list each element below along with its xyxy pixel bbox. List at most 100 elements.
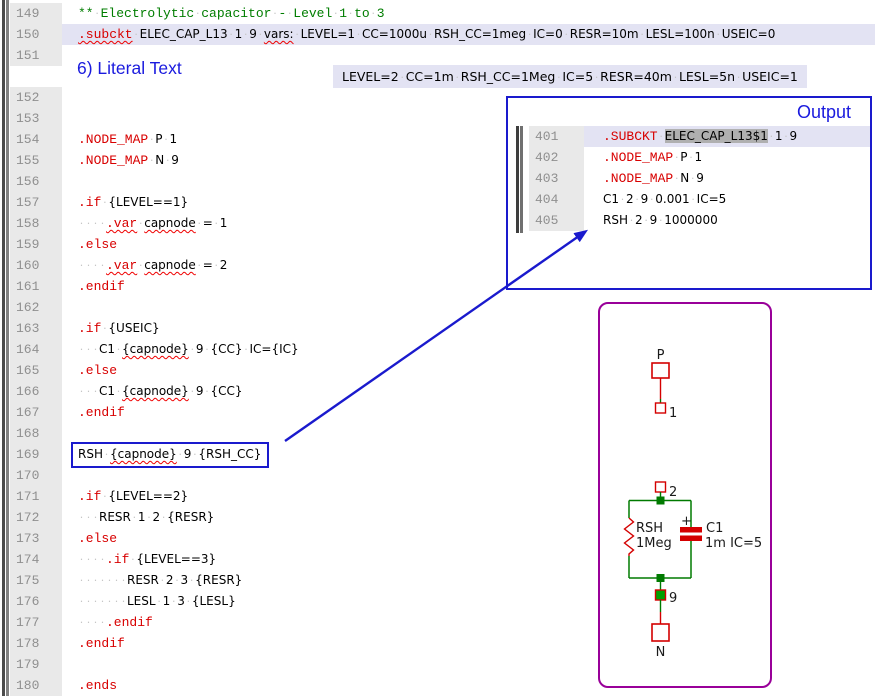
line-number[interactable]: 170 bbox=[10, 465, 62, 486]
code-line-content[interactable]: **·Electrolytic·capacitor·-·Level·1·to·3 bbox=[62, 3, 875, 24]
code-line-content[interactable]: C1·2·9·0.001·IC=5 bbox=[584, 189, 870, 210]
code-token: capnode bbox=[144, 216, 196, 230]
code-token: RESR=10m bbox=[570, 27, 639, 41]
line-number[interactable]: 150 bbox=[10, 24, 62, 45]
line-number[interactable]: 161 bbox=[10, 276, 62, 297]
code-line[interactable]: 401.SUBCKT·ELEC_CAP_L13$1·1·9 bbox=[529, 126, 870, 147]
line-number[interactable]: 173 bbox=[10, 528, 62, 549]
line-number[interactable]: 166 bbox=[10, 381, 62, 402]
line-number[interactable]: 177 bbox=[10, 612, 62, 633]
whitespace-dot: · bbox=[92, 549, 99, 570]
code-token: 2 bbox=[166, 573, 174, 587]
code-line[interactable]: 149**·Electrolytic·capacitor·-·Level·1·t… bbox=[10, 3, 875, 24]
code-token: 1 bbox=[339, 6, 347, 21]
line-number[interactable]: 154 bbox=[10, 129, 62, 150]
code-line-content[interactable]: .subckt·ELEC_CAP_L13·1·9·vars:·LEVEL=1·C… bbox=[62, 24, 875, 45]
code-token: ** bbox=[78, 6, 94, 21]
whitespace-dot: · bbox=[85, 255, 92, 276]
code-token: LESL=100n bbox=[646, 27, 715, 41]
line-number[interactable]: 176 bbox=[10, 591, 62, 612]
code-token: 1 bbox=[138, 510, 146, 524]
line-number[interactable]: 179 bbox=[10, 654, 62, 675]
code-token: RSH bbox=[603, 213, 628, 227]
line-number[interactable]: 164 bbox=[10, 339, 62, 360]
whitespace-dot: · bbox=[399, 66, 406, 89]
line-number[interactable]: 175 bbox=[10, 570, 62, 591]
fold-margin[interactable] bbox=[0, 0, 10, 696]
capacitor-symbol[interactable] bbox=[680, 536, 702, 542]
whitespace-dot: · bbox=[783, 126, 790, 147]
code-line[interactable]: 405RSH·2·9·1000000 bbox=[529, 210, 870, 231]
code-token: LESL bbox=[127, 594, 156, 608]
code-token: 3 bbox=[377, 6, 385, 21]
line-number[interactable]: 167 bbox=[10, 402, 62, 423]
line-number[interactable]: 174 bbox=[10, 549, 62, 570]
port-n-symbol[interactable] bbox=[652, 624, 669, 641]
capacitor-symbol[interactable] bbox=[680, 527, 702, 533]
code-token: IC=5 bbox=[697, 192, 727, 206]
line-number[interactable]: 401 bbox=[529, 126, 584, 147]
code-line-content[interactable]: .NODE_MAP·N·9 bbox=[584, 168, 870, 189]
line-number[interactable]: 405 bbox=[529, 210, 584, 231]
code-token: .if bbox=[78, 195, 101, 210]
code-token: {CC} bbox=[210, 384, 242, 398]
code-token: {LEVEL==3} bbox=[136, 552, 216, 566]
code-line-content[interactable]: RSH·2·9·1000000 bbox=[584, 210, 870, 231]
line-number[interactable]: 169 bbox=[10, 444, 62, 465]
line-number[interactable]: 155 bbox=[10, 150, 62, 171]
pin-2-symbol[interactable] bbox=[656, 482, 666, 492]
whitespace-dot: · bbox=[213, 213, 220, 234]
code-line-content[interactable]: .SUBCKT·ELEC_CAP_L13$1·1·9 bbox=[584, 126, 870, 147]
pin-1-symbol[interactable] bbox=[656, 403, 666, 413]
code-token: RESR bbox=[127, 573, 159, 587]
line-number[interactable]: 163 bbox=[10, 318, 62, 339]
line-number[interactable]: 149 bbox=[10, 3, 62, 24]
code-line[interactable]: 402.NODE_MAP·P·1 bbox=[529, 147, 870, 168]
line-number[interactable]: 404 bbox=[529, 189, 584, 210]
line-number[interactable]: 152 bbox=[10, 87, 62, 108]
highlight-box: RSH·{capnode}·9·{RSH_CC} bbox=[71, 442, 269, 468]
code-token: IC=0 bbox=[533, 27, 563, 41]
whitespace-dot: · bbox=[133, 24, 140, 45]
code-token: {LEVEL==1} bbox=[108, 195, 188, 209]
line-number[interactable]: 151 bbox=[10, 45, 62, 66]
line-number[interactable] bbox=[10, 66, 62, 87]
output-panel-title: Output bbox=[797, 102, 851, 123]
whitespace-dot: · bbox=[115, 381, 122, 402]
code-token: LESL=5n bbox=[679, 69, 735, 84]
line-number[interactable]: 403 bbox=[529, 168, 584, 189]
line-number[interactable]: 156 bbox=[10, 171, 62, 192]
code-token: 9 bbox=[196, 342, 204, 356]
code-token: 1 bbox=[235, 27, 243, 41]
code-line[interactable]: 150.subckt·ELEC_CAP_L13·1·9·vars:·LEVEL=… bbox=[10, 24, 875, 45]
line-number[interactable]: 171 bbox=[10, 486, 62, 507]
line-number[interactable]: 165 bbox=[10, 360, 62, 381]
whitespace-dot: · bbox=[189, 339, 196, 360]
line-number[interactable]: 153 bbox=[10, 108, 62, 129]
output-code[interactable]: 401.SUBCKT·ELEC_CAP_L13$1·1·9402.NODE_MA… bbox=[529, 126, 870, 231]
line-number[interactable]: 172 bbox=[10, 507, 62, 528]
line-number[interactable]: 158 bbox=[10, 213, 62, 234]
line-number[interactable]: 159 bbox=[10, 234, 62, 255]
code-token: RESR bbox=[99, 510, 131, 524]
code-line[interactable]: 403.NODE_MAP·N·9 bbox=[529, 168, 870, 189]
cap-name-label: C1 bbox=[706, 521, 723, 536]
line-number[interactable]: 178 bbox=[10, 633, 62, 654]
line-number[interactable]: 157 bbox=[10, 192, 62, 213]
port-p-symbol[interactable] bbox=[652, 363, 669, 378]
whitespace-dot: · bbox=[99, 255, 106, 276]
code-line[interactable]: 404C1·2·9·0.001·IC=5 bbox=[529, 189, 870, 210]
line-number[interactable]: 402 bbox=[529, 147, 584, 168]
pin-9-symbol[interactable] bbox=[656, 590, 666, 600]
line-number[interactable]: 168 bbox=[10, 423, 62, 444]
code-token: RSH bbox=[78, 447, 103, 461]
code-token: USEIC=0 bbox=[722, 27, 776, 41]
line-number[interactable]: 160 bbox=[10, 255, 62, 276]
code-line-content[interactable]: .NODE_MAP·P·1 bbox=[584, 147, 870, 168]
resistor-symbol[interactable] bbox=[625, 518, 634, 556]
whitespace-dot: · bbox=[427, 24, 434, 45]
line-number[interactable]: 162 bbox=[10, 297, 62, 318]
line-number[interactable]: 180 bbox=[10, 675, 62, 696]
whitespace-dot: · bbox=[634, 189, 641, 210]
code-line-content[interactable] bbox=[62, 45, 875, 66]
